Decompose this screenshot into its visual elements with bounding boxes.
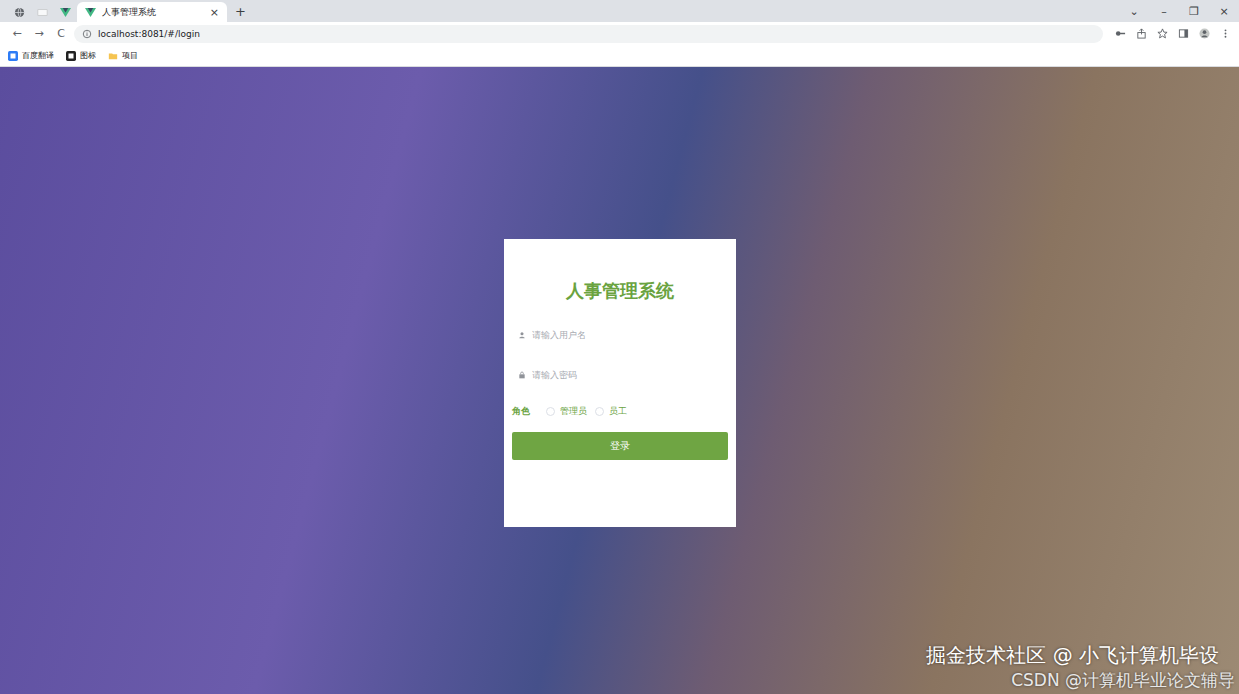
browser-tab[interactable]: [31, 2, 54, 22]
folder-icon: [108, 51, 118, 61]
sidebar-icon[interactable]: [1178, 28, 1189, 39]
nav-button[interactable]: ←: [8, 27, 26, 40]
username-field[interactable]: [512, 319, 728, 351]
bookmark-label: 项目: [122, 50, 138, 61]
bookmark-label: 百度翻译: [22, 50, 54, 61]
profile-icon[interactable]: [1199, 28, 1210, 39]
url-field[interactable]: localhost:8081/#/login: [74, 25, 1103, 43]
window-control[interactable]: ×: [1209, 5, 1239, 18]
username-input[interactable]: [532, 326, 722, 344]
watermark-text: 掘金技术社区 @ 小飞计算机毕设: [926, 642, 1219, 669]
user-icon: [518, 331, 526, 339]
vue-logo-icon: [85, 7, 96, 18]
new-tab-button[interactable]: +: [227, 4, 254, 22]
tab-close-button[interactable]: ×: [210, 6, 219, 19]
watermark-text: CSDN @计算机毕业论文辅导: [1011, 669, 1235, 692]
vue-logo-icon: [60, 7, 71, 18]
bookmark[interactable]: 百度翻译: [8, 50, 54, 61]
radio-label: 员工: [609, 405, 627, 418]
browser-tab[interactable]: [8, 2, 31, 22]
login-page: 人事管理系统角色 管理员 员工登录掘金技术社区 @ 小飞计算机毕设CSDN @计算机…: [0, 67, 1239, 694]
window-control[interactable]: ❐: [1179, 5, 1209, 18]
window-control[interactable]: –: [1149, 5, 1179, 18]
bookmark[interactable]: 项目: [108, 50, 138, 61]
image-icon: [66, 51, 76, 61]
nav-button[interactable]: →: [30, 27, 48, 40]
radio-circle-icon: [546, 407, 555, 416]
browser-tab[interactable]: [54, 2, 77, 22]
tab-strip: 人事管理系统×+⌄–❐×: [0, 0, 1239, 22]
tab-title: 人事管理系统: [102, 6, 204, 19]
address-bar: ← → Clocalhost:8081/#/login: [0, 22, 1239, 45]
nav-button[interactable]: C: [52, 27, 70, 40]
login-title: 人事管理系统: [512, 279, 728, 303]
password-input[interactable]: [532, 366, 722, 384]
share-icon[interactable]: [1136, 28, 1147, 39]
login-button[interactable]: 登录: [512, 432, 728, 460]
password-field[interactable]: [512, 359, 728, 391]
info-icon: [82, 29, 92, 39]
role-radio[interactable]: 管理员: [546, 405, 587, 418]
star-icon[interactable]: [1157, 28, 1168, 39]
bookmarks-bar: 百度翻译 图标 项目: [0, 45, 1239, 67]
browser-window: 人事管理系统×+⌄–❐×←→Clocalhost:8081/#/login百度翻…: [0, 0, 1239, 694]
key-icon[interactable]: [1115, 28, 1126, 39]
bookmark-label: 图标: [80, 50, 96, 61]
browser-tab[interactable]: 人事管理系统 ×: [77, 2, 227, 22]
menu-icon[interactable]: [1220, 28, 1231, 39]
role-radio[interactable]: 员工: [595, 405, 627, 418]
translate-icon: [8, 51, 18, 61]
url-text: localhost:8081/#/login: [98, 29, 200, 39]
radio-circle-icon: [595, 407, 604, 416]
globe-icon: [14, 7, 25, 18]
lock-icon: [518, 371, 526, 379]
window-control[interactable]: ⌄: [1119, 5, 1149, 18]
page-icon: [37, 7, 48, 18]
bookmark[interactable]: 图标: [66, 50, 96, 61]
role-label: 角色: [512, 405, 530, 418]
login-card: 人事管理系统角色 管理员 员工登录: [504, 239, 736, 527]
radio-label: 管理员: [560, 405, 587, 418]
role-group: 角色 管理员 员工: [512, 405, 728, 418]
watermark: 掘金技术社区 @ 小飞计算机毕设CSDN @计算机毕业论文辅导: [926, 642, 1235, 692]
